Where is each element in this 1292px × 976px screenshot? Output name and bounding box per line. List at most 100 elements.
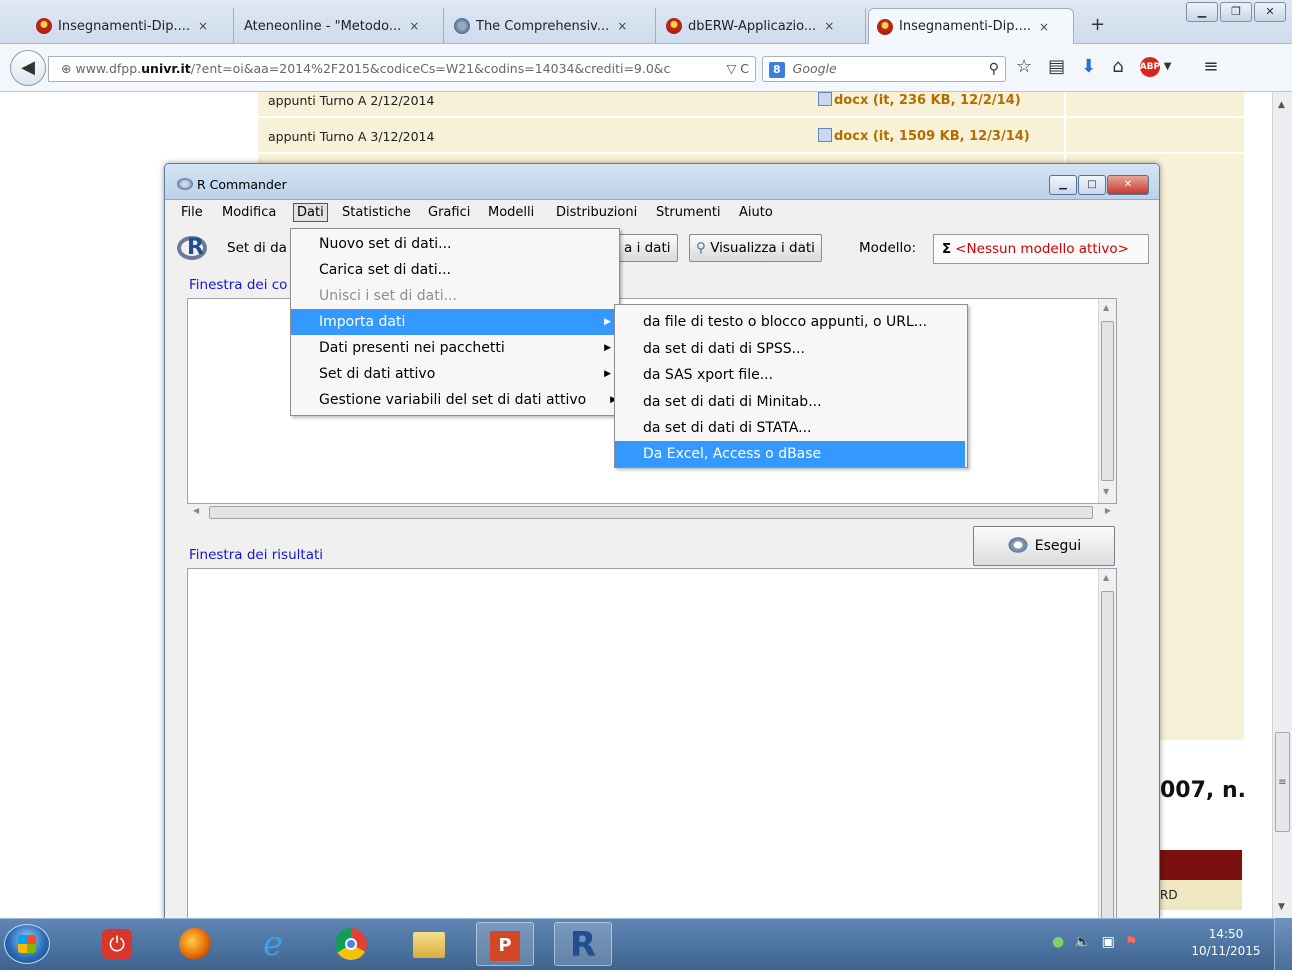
menu-item-import-text[interactable]: da file di testo o blocco appunti, o URL… xyxy=(615,309,967,335)
partial-heading: 007, n. xyxy=(1160,778,1246,803)
search-icon[interactable]: ⚲ xyxy=(989,57,999,81)
url-reload-controls[interactable]: ▽ C xyxy=(727,57,749,81)
menu-item-import-sas[interactable]: da SAS xport file... xyxy=(615,362,967,388)
tab-close-icon[interactable]: × xyxy=(409,19,419,33)
site-favicon-icon xyxy=(36,18,52,34)
flag-icon[interactable]: ⚑ xyxy=(1125,934,1138,950)
r-taskbar-icon[interactable]: R xyxy=(554,922,612,966)
url-host-prefix: www.dfpp. xyxy=(75,61,142,76)
tab-close-icon[interactable]: × xyxy=(617,19,627,33)
maximize-icon[interactable]: □ xyxy=(1078,175,1106,195)
menu-file[interactable]: File xyxy=(181,205,203,220)
internet-explorer-icon[interactable]: e xyxy=(244,922,302,966)
menu-item-dati-pacchetti[interactable]: Dati presenti nei pacchetti ▶ xyxy=(291,335,619,361)
menu-item-import-stata[interactable]: da set di dati di STATA... xyxy=(615,415,967,441)
close-icon[interactable]: ✕ xyxy=(1107,175,1149,195)
scroll-thumb[interactable]: ≡ xyxy=(1275,732,1290,832)
file-explorer-icon[interactable] xyxy=(400,922,458,966)
chrome-icon[interactable] xyxy=(322,922,380,966)
menu-distribuzioni[interactable]: Distribuzioni xyxy=(556,205,637,220)
menu-modelli[interactable]: Modelli xyxy=(488,205,534,220)
tab-close-icon[interactable]: × xyxy=(198,19,208,33)
start-button[interactable] xyxy=(4,924,50,964)
home-icon[interactable]: ⌂ xyxy=(1112,56,1123,77)
menu-item-import-spss[interactable]: da set di dati di SPSS... xyxy=(615,336,967,362)
view-data-button[interactable]: ⚲ Visualizza i dati xyxy=(689,234,822,262)
search-engine-icon[interactable]: 8 xyxy=(769,62,785,78)
active-model-button[interactable]: Σ <Nessun modello attivo> xyxy=(933,234,1149,264)
menu-strumenti[interactable]: Strumenti xyxy=(656,205,721,220)
minimize-icon[interactable]: ▁ xyxy=(1186,2,1218,22)
new-tab-button[interactable]: + xyxy=(1090,14,1105,35)
scroll-thumb[interactable] xyxy=(1101,321,1114,481)
output-vscrollbar[interactable]: ▲ xyxy=(1098,569,1116,919)
table-cell: RD xyxy=(1160,880,1242,910)
browser-tab[interactable]: dbERW-Applicazio... × xyxy=(658,8,866,44)
minimize-icon[interactable]: ▁ xyxy=(1049,175,1077,195)
menu-grafici[interactable]: Grafici xyxy=(428,205,470,220)
script-hscrollbar[interactable]: ◀ ▶ xyxy=(187,504,1117,522)
menu-modifica[interactable]: Modifica xyxy=(222,205,276,220)
tab-close-icon[interactable]: × xyxy=(824,19,834,33)
importa-dati-submenu: da file di testo o blocco appunti, o URL… xyxy=(614,304,968,468)
scroll-down-icon[interactable]: ▼ xyxy=(1103,487,1109,496)
restore-icon[interactable]: ❐ xyxy=(1220,2,1252,22)
script-vscrollbar[interactable]: ▲ ▼ xyxy=(1098,299,1116,503)
action-center-icon[interactable]: ▣ xyxy=(1102,934,1115,950)
bookmark-star-icon[interactable]: ☆ xyxy=(1016,56,1032,77)
menu-item-set-attivo[interactable]: Set di dati attivo ▶ xyxy=(291,361,619,387)
nav-toolbar-icons: ☆ ▤ ⬇ ⌂ ABP ▼ ≡ xyxy=(1016,56,1218,77)
browser-tab[interactable]: Insegnamenti-Dip.... × xyxy=(28,8,234,44)
scroll-up-icon[interactable]: ▲ xyxy=(1103,573,1109,582)
menu-item-nuovo-set[interactable]: Nuovo set di dati... xyxy=(291,231,619,257)
menu-aiuto[interactable]: Aiuto xyxy=(739,205,773,220)
output-textarea[interactable]: ▲ xyxy=(187,568,1117,919)
menu-item-importa-dati[interactable]: Importa dati ▶ xyxy=(291,309,619,335)
edit-data-button[interactable]: a i dati xyxy=(617,234,678,262)
browser-tab-active[interactable]: Insegnamenti-Dip.... × xyxy=(868,8,1074,44)
download-icon[interactable]: ⬇ xyxy=(1081,56,1096,77)
doc-link[interactable]: docx (it, 236 KB, 12/2/14) xyxy=(818,92,1021,108)
menu-item-import-minitab[interactable]: da set di dati di Minitab... xyxy=(615,389,967,415)
scroll-left-icon[interactable]: ◀ xyxy=(193,506,199,515)
tab-label: Insegnamenti-Dip.... xyxy=(899,19,1032,34)
dropdown-icon[interactable]: ▼ xyxy=(1164,61,1172,72)
menu-statistiche[interactable]: Statistiche xyxy=(342,205,411,220)
tab-close-icon[interactable]: × xyxy=(1039,20,1049,34)
scroll-thumb[interactable] xyxy=(209,506,1093,519)
bookmarks-list-icon[interactable]: ▤ xyxy=(1048,56,1065,77)
docx-file-icon xyxy=(818,128,832,142)
system-clock[interactable]: 14:50 10/11/2015 xyxy=(1190,926,1262,960)
powerpoint-icon[interactable]: P xyxy=(476,922,534,966)
scroll-up-icon[interactable]: ▲ xyxy=(1278,100,1285,110)
volume-icon[interactable]: 🔈 xyxy=(1074,934,1091,950)
table-row: appunti Turno A 2/12/2014 docx (it, 236 … xyxy=(258,84,1244,118)
menu-item-import-excel[interactable]: Da Excel, Access o dBase xyxy=(615,441,965,467)
menu-dati[interactable]: Dati xyxy=(293,203,328,222)
show-desktop-button[interactable] xyxy=(1274,918,1292,970)
scroll-thumb[interactable] xyxy=(1101,591,1114,919)
firefox-icon[interactable] xyxy=(166,922,224,966)
scroll-down-icon[interactable]: ▼ xyxy=(1278,902,1285,912)
scroll-right-icon[interactable]: ▶ xyxy=(1105,506,1111,515)
adblock-icon[interactable]: ABP xyxy=(1139,56,1160,77)
doc-link[interactable]: docx (it, 1509 KB, 12/3/14) xyxy=(818,128,1030,144)
run-button[interactable]: Esegui xyxy=(973,526,1115,566)
menu-item-carica-set[interactable]: Carica set di dati... xyxy=(291,257,619,283)
output-window-label: Finestra dei risultati xyxy=(189,547,324,563)
search-bar[interactable]: 8 Google ⚲ xyxy=(762,56,1006,82)
page-scrollbar[interactable]: ▲ ≡ ▼ xyxy=(1272,92,1292,918)
network-icon[interactable]: ● xyxy=(1052,934,1064,950)
window-title: R Commander xyxy=(177,177,287,192)
back-button[interactable]: ◀ xyxy=(10,50,46,86)
browser-tab[interactable]: Ateneonline - "Metodo... × xyxy=(236,8,444,44)
close-icon[interactable]: ✕ xyxy=(1254,2,1286,22)
browser-tab[interactable]: The Comprehensiv... × xyxy=(446,8,656,44)
menu-hamburger-icon[interactable]: ≡ xyxy=(1203,56,1218,77)
menu-item-gestione-variabili[interactable]: Gestione variabili del set di dati attiv… xyxy=(291,387,619,413)
address-bar[interactable]: ⊕ www.dfpp.univr.it/?ent=oi&aa=2014%2F20… xyxy=(48,56,756,82)
scroll-up-icon[interactable]: ▲ xyxy=(1103,303,1109,312)
rcommander-window-controls: ▁ □ ✕ xyxy=(1049,175,1149,195)
shutdown-app-icon[interactable]: ⏻ xyxy=(88,922,146,966)
rcommander-titlebar[interactable]: R Commander ▁ □ ✕ xyxy=(165,164,1159,200)
